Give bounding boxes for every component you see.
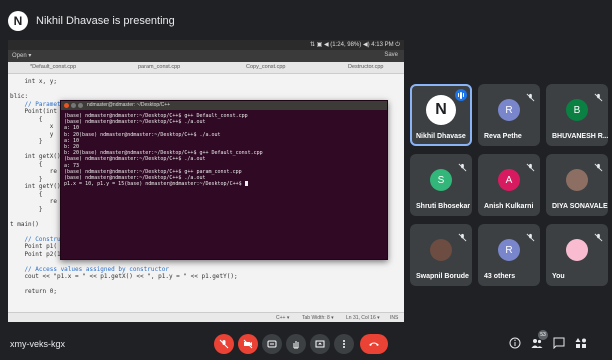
participant-tile[interactable]: You xyxy=(546,224,608,286)
window-controls xyxy=(64,103,83,108)
terminal-cursor xyxy=(244,181,248,187)
tab-width-select[interactable]: Tab Width: 8 ▾ xyxy=(302,315,334,321)
tab-default-const[interactable]: *Default_const.cpp xyxy=(30,64,76,70)
more-vert-icon xyxy=(343,340,345,348)
participant-tile[interactable]: S Shruti Bhosekar xyxy=(410,154,472,216)
editor-tabs: *Default_const.cpp param_const.cpp Copy_… xyxy=(8,62,404,74)
leave-call-button[interactable] xyxy=(360,334,388,354)
hand-icon xyxy=(293,341,299,349)
save-button[interactable]: Save xyxy=(384,52,398,58)
mic-off-icon xyxy=(526,229,535,242)
tab-copy-const[interactable]: Copy_const.cpp xyxy=(246,64,285,70)
terminal-titlebar: ndmaster@ndmaster: ~/Desktop/C++ xyxy=(61,101,387,110)
participant-name: DIYA SONAVALE xyxy=(552,203,608,210)
participant-avatar xyxy=(566,169,588,192)
mic-off-icon xyxy=(458,229,467,242)
participant-avatar: B xyxy=(566,99,588,122)
tab-destructor[interactable]: Destructor.cpp xyxy=(348,64,383,70)
participant-tile[interactable]: A Anish Kulkarni xyxy=(478,154,540,216)
bottom-bar: xmy-veks-kgx 53 xyxy=(0,328,612,360)
mic-off-icon xyxy=(526,159,535,172)
minimize-icon[interactable] xyxy=(71,103,76,108)
people-button[interactable]: 53 xyxy=(530,330,548,350)
code-line: // Access values assigned by constructor xyxy=(10,265,169,273)
end-call-icon xyxy=(369,342,379,346)
mic-off-icon xyxy=(526,89,535,102)
participant-name: 43 others xyxy=(484,273,516,280)
participant-name: Nikhil Dhavase xyxy=(416,133,466,140)
captions-button[interactable] xyxy=(262,334,282,354)
participant-avatar: R xyxy=(498,239,520,262)
participant-name: Shruti Bhosekar xyxy=(416,203,471,210)
meeting-code: xmy-veks-kgx xyxy=(10,339,66,349)
shared-screen: ⇅ ▣ ◀ (1:24, 98%) ◀) 4:13 PM ⏻ Open ▾ Sa… xyxy=(8,40,404,322)
mic-off-icon xyxy=(594,159,603,172)
participant-tile[interactable]: N Nikhil Dhavase xyxy=(410,84,472,146)
participant-tile[interactable]: Swapnil Borude xyxy=(410,224,472,286)
participant-name: You xyxy=(552,273,565,280)
participant-tile[interactable]: R Reva Pethe xyxy=(478,84,540,146)
present-button[interactable] xyxy=(310,334,330,354)
mic-off-icon xyxy=(594,89,603,102)
editor-statusbar: C++ ▾ Tab Width: 8 ▾ Ln 31, Col 16 ▾ INS xyxy=(8,312,404,322)
mic-off-button[interactable] xyxy=(214,334,234,354)
open-button[interactable]: Open ▾ xyxy=(12,52,31,59)
terminal-title: ndmaster@ndmaster: ~/Desktop/C++ xyxy=(87,102,171,108)
participant-avatar xyxy=(430,239,452,262)
people-count-badge: 53 xyxy=(538,330,548,340)
participant-name: Anish Kulkarni xyxy=(484,203,534,210)
chat-button[interactable] xyxy=(552,336,566,350)
info-icon xyxy=(509,337,521,349)
system-status: ⇅ ▣ ◀ (1:24, 98%) ◀) 4:13 PM ⏻ xyxy=(309,42,400,48)
presenting-banner: N Nikhil Dhavase is presenting xyxy=(8,10,175,32)
participant-tile[interactable]: DIYA SONAVALE xyxy=(546,154,608,216)
shapes-icon xyxy=(575,338,586,348)
insert-mode: INS xyxy=(390,315,399,321)
presenting-text: Nikhil Dhavase is presenting xyxy=(36,15,175,27)
terminal-line: p1.x = 10, p1.y = 15(base) ndmaster@ndma… xyxy=(64,181,263,187)
participant-tile[interactable]: R 43 others xyxy=(478,224,540,286)
tab-param-const[interactable]: param_const.cpp xyxy=(138,64,180,70)
speaking-indicator-icon xyxy=(455,89,467,101)
presenter-avatar: N xyxy=(8,11,28,31)
participant-avatar: R xyxy=(498,99,520,122)
participant-avatar: S xyxy=(430,169,452,192)
camera-off-icon xyxy=(243,339,253,349)
participant-avatar: N xyxy=(426,95,456,126)
code-line: int x, y; xyxy=(10,78,57,85)
mic-off-icon xyxy=(219,339,229,349)
editor-toolbar: Open ▾ Save xyxy=(8,50,404,62)
participant-avatar: A xyxy=(498,169,520,192)
cursor-position[interactable]: Ln 31, Col 16 ▾ xyxy=(346,315,380,321)
more-options-button[interactable] xyxy=(334,334,354,354)
activities-button[interactable] xyxy=(574,336,588,350)
camera-off-button[interactable] xyxy=(238,334,258,354)
terminal-output: (base) ndmaster@ndmaster:~/Desktop/C++$ … xyxy=(64,113,263,187)
ubuntu-top-panel: ⇅ ▣ ◀ (1:24, 98%) ◀) 4:13 PM ⏻ xyxy=(8,40,404,50)
participant-name: Reva Pethe xyxy=(484,133,522,140)
top-bar: N Nikhil Dhavase is presenting xyxy=(0,0,612,40)
meeting-info-button[interactable] xyxy=(508,336,522,350)
maximize-icon[interactable] xyxy=(78,103,83,108)
participant-avatar xyxy=(566,239,588,262)
code-line: cout << "p1.x = " << p1.getX() << ", p1.… xyxy=(10,273,238,280)
chat-icon xyxy=(553,337,565,349)
close-icon[interactable] xyxy=(64,103,69,108)
raise-hand-button[interactable] xyxy=(286,334,306,354)
code-line: return 0; xyxy=(10,288,57,295)
participant-tile[interactable]: B BHUVANESH R... xyxy=(546,84,608,146)
language-select[interactable]: C++ ▾ xyxy=(276,315,289,321)
terminal-window[interactable]: ndmaster@ndmaster: ~/Desktop/C++ (base) … xyxy=(60,100,388,260)
participant-name: Swapnil Borude xyxy=(416,273,469,280)
present-screen-icon xyxy=(315,340,325,348)
captions-icon xyxy=(267,340,277,348)
mic-off-icon xyxy=(594,229,603,242)
participant-name: BHUVANESH R... xyxy=(552,133,608,140)
mic-off-icon xyxy=(458,159,467,172)
